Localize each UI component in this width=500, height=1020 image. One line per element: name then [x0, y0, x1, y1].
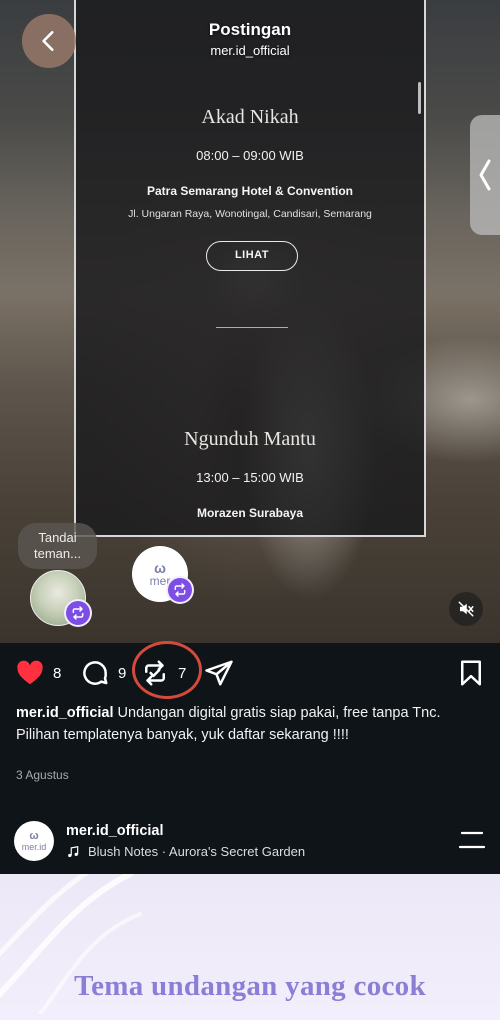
event-2-venue: Morazen Surabaya	[196, 506, 304, 520]
comment-button[interactable]: 9	[80, 657, 126, 689]
repost-icon	[174, 583, 186, 597]
send-icon	[205, 660, 233, 686]
view-location-button[interactable]: LIHAT	[206, 241, 298, 271]
menu-icon	[458, 831, 486, 849]
post-media[interactable]: Akad Nikah 08:00 – 09:00 WIB Patra Semar…	[0, 0, 500, 643]
next-post-image[interactable]: Tema undangan yang cocok	[0, 874, 500, 1020]
options-button[interactable]	[458, 830, 486, 850]
heart-icon	[17, 660, 43, 685]
music-title: Blush Notes · Aurora's Secret Garden	[88, 844, 306, 859]
post-date: 3 Agustus	[16, 768, 69, 782]
brand-logo-icon: ω	[29, 829, 39, 842]
repost-icon	[72, 606, 84, 620]
share-button[interactable]	[204, 657, 234, 689]
repost-highlight-annotation	[132, 641, 202, 699]
music-note-icon	[68, 845, 79, 857]
invitation-card: Akad Nikah 08:00 – 09:00 WIB Patra Semar…	[74, 0, 426, 537]
next-post-username[interactable]: mer.id_official	[66, 823, 164, 839]
divider	[216, 327, 288, 328]
comment-icon	[83, 661, 108, 685]
page-subtitle[interactable]: mer.id_official	[0, 43, 500, 58]
event-2-time: 13:00 – 15:00 WIB	[196, 470, 304, 485]
caption-text: Undangan digital gratis siap pakai, free…	[117, 705, 441, 721]
event-1-time: 08:00 – 09:00 WIB	[196, 148, 304, 163]
brand-logo-text: mer.id	[21, 841, 47, 852]
post-caption: mer.id_official Undangan digital gratis …	[16, 704, 484, 744]
action-bar: 8 9 7	[0, 643, 500, 703]
like-count: 8	[53, 664, 62, 682]
event-1-address: Jl. Ungaran Raya, Wonotingal, Candisari,…	[128, 208, 372, 220]
next-post-headline: Tema undangan yang cocok	[74, 970, 426, 1002]
repost-badge	[64, 599, 92, 627]
bookmark-icon	[461, 660, 481, 686]
event-1-name: Akad Nikah	[201, 106, 299, 128]
save-button[interactable]	[456, 657, 486, 689]
caption-text-line-2: Pilihan templatenya banyak, yuk daftar s…	[16, 727, 349, 743]
tag-friends-bubble[interactable]: Tandai teman...	[18, 523, 97, 569]
comment-count: 9	[118, 664, 127, 682]
mute-button[interactable]	[449, 592, 483, 626]
repost-badge	[166, 576, 194, 604]
mute-icon	[458, 601, 474, 617]
page-title: Postingan	[208, 20, 292, 39]
caption-username[interactable]: mer.id_official	[16, 705, 114, 721]
brand-logo-icon: ω	[154, 560, 166, 576]
next-post-avatar[interactable]: ω mer.id	[14, 821, 54, 861]
like-button[interactable]: 8	[15, 657, 61, 689]
next-post-header: ω mer.id mer.id_official Blush Notes · A…	[0, 812, 500, 874]
event-1-venue: Patra Semarang Hotel & Convention	[146, 184, 354, 198]
event-2-name: Ngunduh Mantu	[184, 428, 316, 450]
side-panel-handle[interactable]	[470, 115, 500, 235]
next-post-music[interactable]: Blush Notes · Aurora's Secret Garden	[66, 844, 305, 859]
chevron-left-icon	[479, 159, 491, 191]
